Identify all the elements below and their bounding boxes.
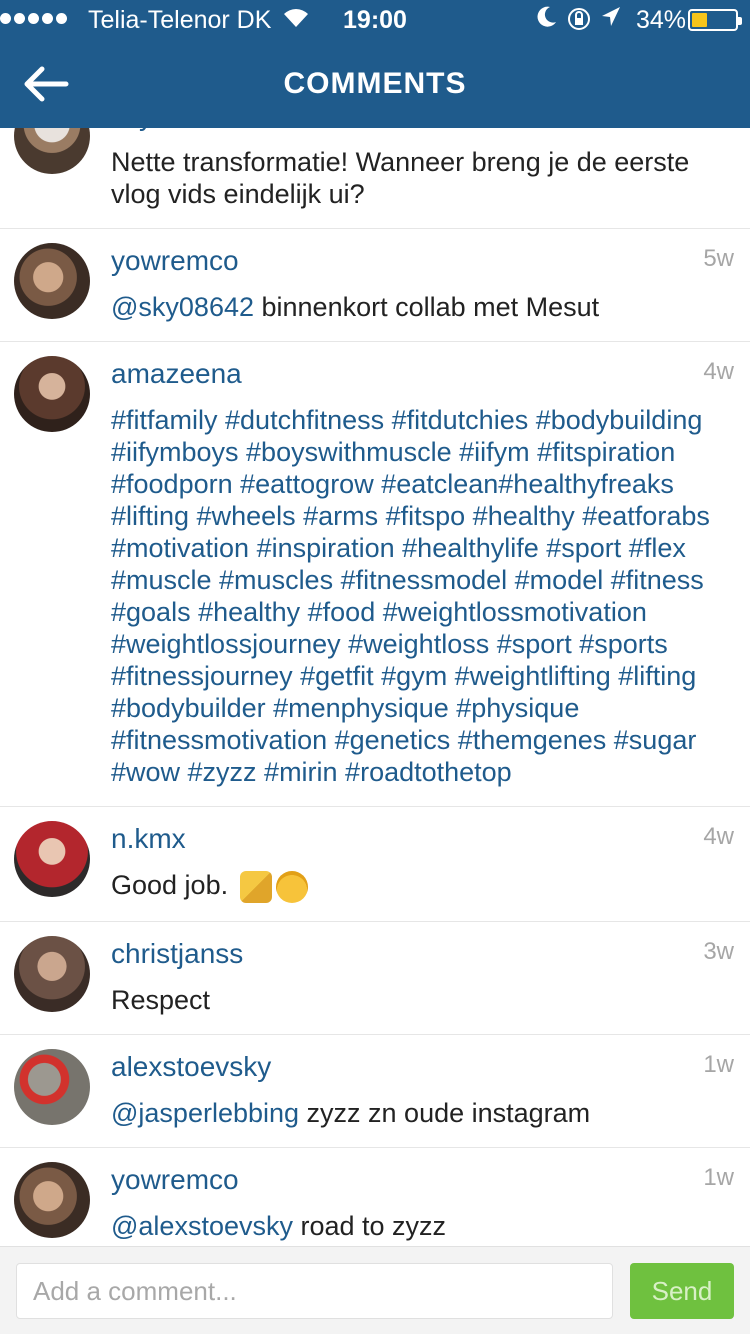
comment-text-segment: Good job. xyxy=(111,870,236,900)
send-button[interactable]: Send xyxy=(630,1263,734,1319)
avatar[interactable] xyxy=(14,356,90,432)
avatar[interactable] xyxy=(14,1161,90,1238)
comment-username[interactable]: yowremco xyxy=(111,1162,720,1198)
top-bar: Telia-Telenor DK 19:00 34% COMMENTS xyxy=(0,0,750,128)
comment-tag-link[interactable]: #fitfamily #dutchfitness #fitdutchies #b… xyxy=(111,405,710,787)
comment-age: 5w xyxy=(703,245,734,272)
battery-percent: 34% xyxy=(636,6,687,34)
comment-text: @alexstoevsky road to zyzz xyxy=(111,1210,720,1242)
comment-text-segment: binnenkort collab met Mesut xyxy=(254,292,600,322)
comment-item: n.kmx 4w Good job. xyxy=(0,806,750,921)
comment-item: christjanss 3w Respect xyxy=(0,920,750,1034)
comment-text: @sky08642 binnenkort collab met Mesut xyxy=(111,291,720,323)
comment-username[interactable]: alexstoevsky xyxy=(111,1049,720,1085)
battery-icon xyxy=(688,9,742,31)
comment-username[interactable]: amazeena xyxy=(111,356,720,392)
comment-item: yowremco 1w @alexstoevsky road to zyzz xyxy=(0,1146,750,1246)
comment-text-segment: Nette transformatie! Wanneer breng je de… xyxy=(111,147,690,209)
comment-item: alexstoevsky 1w @jasperlebbing zyzz zn oud… xyxy=(0,1033,750,1147)
comment-age: 1w xyxy=(703,1163,734,1191)
comment-age: 4w xyxy=(703,823,734,850)
comment-text: Nette transformatie! Wanneer breng je de… xyxy=(111,146,720,210)
comment-composer: Send xyxy=(0,1246,750,1334)
smiling-face-with-halo-icon xyxy=(275,870,308,903)
comment-age: 1w xyxy=(703,1050,734,1078)
comment-text: @jasperlebbing zyzz zn oude instagram xyxy=(111,1097,720,1129)
comment-tag-link[interactable]: @alexstoevsky xyxy=(111,1211,293,1241)
comment-text-segment: Respect xyxy=(111,984,211,1015)
comment-tag-link[interactable]: @jasperlebbing xyxy=(111,1098,299,1128)
comment-item: yowremco 5w @sky08642 binnenkort collab me… xyxy=(0,228,750,341)
comment-text: #fitfamily #dutchfitness #fitdutchies #b… xyxy=(111,404,720,788)
comment-age: 3w xyxy=(703,937,734,965)
avatar[interactable] xyxy=(14,935,90,1012)
comment-input[interactable] xyxy=(16,1263,613,1319)
comment-username[interactable]: n.kmx xyxy=(111,821,720,857)
comment-age: 4w xyxy=(703,358,734,385)
comment-text-segment: zyzz zn oude instagram xyxy=(299,1097,591,1128)
comment-list[interactable]: sky086425wNette transformatie! Wanneer b… xyxy=(0,110,750,1246)
location-arrow-icon xyxy=(600,5,622,36)
avatar[interactable] xyxy=(14,243,90,319)
comment-text-segment: road to zyzz xyxy=(292,1210,447,1241)
avatar[interactable] xyxy=(14,821,90,897)
comment-username[interactable]: yowremco xyxy=(111,243,720,279)
comment-item: amazeena 4w #fitfamily #dutchfitness #fitd… xyxy=(0,341,750,806)
comment-username[interactable]: christjanss xyxy=(111,936,720,972)
page-title: COMMENTS xyxy=(283,67,467,100)
rotation-lock-icon xyxy=(566,6,592,39)
avatar[interactable] xyxy=(14,1048,90,1125)
flexed-biceps-icon xyxy=(239,870,272,903)
do-not-disturb-icon xyxy=(536,4,558,35)
comment-tag-link[interactable]: @sky08642 xyxy=(111,292,254,322)
comment-text: Respect xyxy=(111,984,720,1016)
status-bar: Telia-Telenor DK 19:00 34% xyxy=(0,0,750,40)
comment-text: Good job. xyxy=(111,869,720,903)
